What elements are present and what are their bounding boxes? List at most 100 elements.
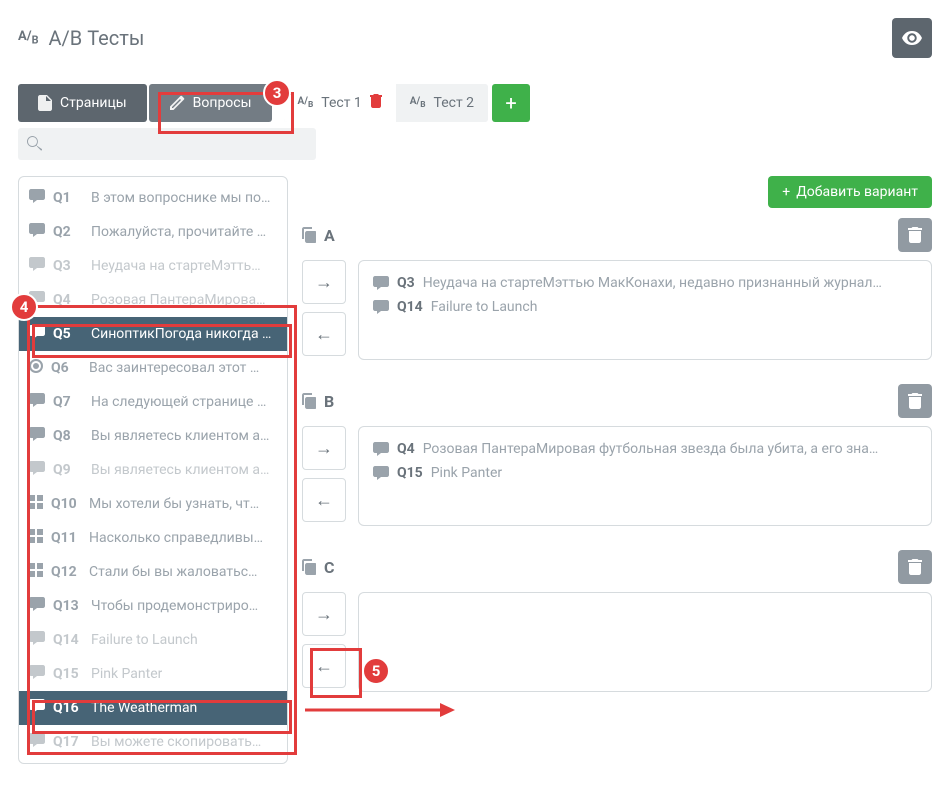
move-left-button[interactable]: ← bbox=[302, 478, 346, 522]
variant-label: A bbox=[324, 226, 335, 245]
chat-icon bbox=[29, 597, 45, 615]
test-tab-2[interactable]: A/B Тест 2 bbox=[396, 84, 488, 122]
toolbar: Страницы Вопросы A/B Тест 1 A/B Тест 2 + bbox=[18, 84, 932, 122]
question-number: Q1 bbox=[53, 190, 83, 206]
question-item[interactable]: Q3Неудача на стартеМэтть… bbox=[19, 249, 287, 283]
main-layout: Q1В этом вопроснике мы по…Q2Пожалуйста, … bbox=[18, 176, 932, 764]
question-number: Q14 bbox=[53, 632, 83, 648]
arrow-column: →← bbox=[302, 592, 346, 692]
question-number: Q16 bbox=[53, 700, 83, 716]
question-list: Q1В этом вопроснике мы по…Q2Пожалуйста, … bbox=[18, 176, 288, 764]
variant-drop-zone[interactable] bbox=[358, 592, 932, 692]
question-item[interactable]: Q15Pink Panter bbox=[19, 657, 287, 691]
chat-icon bbox=[29, 631, 45, 649]
search-input[interactable] bbox=[18, 128, 316, 160]
question-item[interactable]: Q6Вас заинтересовал этот … bbox=[19, 351, 287, 385]
question-text: Вас заинтересовал этот … bbox=[89, 360, 259, 376]
question-number: Q2 bbox=[53, 224, 83, 240]
move-left-button[interactable]: ← bbox=[302, 312, 346, 356]
question-number: Q13 bbox=[53, 598, 83, 614]
variant-item[interactable]: Q4Розовая ПантераМировая футбольная звез… bbox=[373, 437, 917, 461]
tab-pages-label: Страницы bbox=[60, 95, 127, 111]
question-item[interactable]: Q7На следующей странице … bbox=[19, 385, 287, 419]
question-item[interactable]: Q12Стали бы вы жаловатьс… bbox=[19, 555, 287, 589]
variant-title: B bbox=[302, 392, 334, 411]
question-text: Pink Panter bbox=[91, 666, 162, 682]
variant-title: C bbox=[302, 558, 334, 577]
move-right-button[interactable]: → bbox=[302, 260, 346, 304]
search-icon bbox=[26, 136, 42, 152]
chat-icon bbox=[29, 223, 45, 241]
question-item[interactable]: Q16 The Weatherman bbox=[19, 691, 287, 725]
variant-body: →← bbox=[302, 592, 932, 692]
annotation-badge-4: 4 bbox=[10, 293, 38, 321]
question-text: Вы являетесь клиентом а… bbox=[91, 428, 269, 444]
question-item[interactable]: Q17Вы можете скопировать… bbox=[19, 725, 287, 759]
question-text: Чтобы продемонстриро… bbox=[91, 598, 258, 614]
question-item[interactable]: Q2Пожалуйста, прочитайте … bbox=[19, 215, 287, 249]
move-right-button[interactable]: → bbox=[302, 592, 346, 636]
question-item[interactable]: Q11Насколько справедливы… bbox=[19, 521, 287, 555]
question-text: Failure to Launch bbox=[431, 299, 538, 315]
chat-icon bbox=[29, 427, 45, 445]
question-item[interactable]: Q10Мы хотели бы узнать, чт… bbox=[19, 487, 287, 521]
question-text: Вы являетесь клиентом а… bbox=[91, 462, 269, 478]
variant-block: C→← bbox=[302, 550, 932, 692]
chat-icon bbox=[29, 665, 45, 683]
question-text: Неудача на стартеМэттью МакКонахи, недав… bbox=[423, 275, 882, 291]
question-number: Q4 bbox=[53, 292, 83, 308]
delete-test-button[interactable] bbox=[370, 94, 382, 112]
question-number: Q8 bbox=[53, 428, 83, 444]
add-variant-row: + Добавить вариант bbox=[302, 176, 932, 208]
question-number: Q12 bbox=[51, 564, 81, 580]
question-text: Вы можете скопировать… bbox=[91, 734, 261, 750]
move-left-button[interactable]: ← bbox=[302, 644, 346, 688]
delete-variant-button[interactable] bbox=[898, 218, 932, 252]
variant-drop-zone[interactable]: Q4Розовая ПантераМировая футбольная звез… bbox=[358, 426, 932, 526]
variant-header: B bbox=[302, 384, 932, 418]
question-item[interactable]: Q14 Failure to Launch bbox=[19, 623, 287, 657]
grid-icon bbox=[29, 495, 43, 513]
edit-icon bbox=[169, 95, 185, 111]
variant-item[interactable]: Q15Pink Panter bbox=[373, 461, 917, 485]
ab-icon: A/B bbox=[18, 30, 38, 46]
question-text: The Weatherman bbox=[91, 700, 197, 716]
tab-pages[interactable]: Страницы bbox=[18, 84, 147, 122]
question-text: СиноптикПогода никогда … bbox=[91, 326, 271, 342]
chat-icon bbox=[29, 699, 45, 717]
move-right-button[interactable]: → bbox=[302, 426, 346, 470]
question-number: Q11 bbox=[51, 530, 81, 546]
question-item[interactable]: Q4 Розовая ПантераМирова… bbox=[19, 283, 287, 317]
question-item[interactable]: Q1В этом вопроснике мы по… bbox=[19, 181, 287, 215]
right-panel: + Добавить вариант A→←Q3Неудача на старт… bbox=[302, 176, 932, 716]
variant-header: A bbox=[302, 218, 932, 252]
radio-icon bbox=[29, 359, 43, 377]
question-text: Розовая ПантераМирова… bbox=[91, 292, 266, 308]
page-title-group: A/B A/B Тесты bbox=[18, 26, 144, 50]
variant-item[interactable]: Q14Failure to Launch bbox=[373, 295, 917, 319]
variant-item[interactable]: Q3Неудача на стартеМэттью МакКонахи, нед… bbox=[373, 271, 917, 295]
question-item[interactable]: Q5СиноптикПогода никогда … bbox=[19, 317, 287, 351]
variant-drop-zone[interactable]: Q3Неудача на стартеМэттью МакКонахи, нед… bbox=[358, 260, 932, 360]
variants-container: A→←Q3Неудача на стартеМэттью МакКонахи, … bbox=[302, 218, 932, 692]
variant-header: C bbox=[302, 550, 932, 584]
add-test-button[interactable]: + bbox=[492, 84, 530, 122]
eye-icon bbox=[902, 31, 922, 45]
tab-questions[interactable]: Вопросы bbox=[149, 84, 272, 122]
question-item[interactable]: Q9Вы являетесь клиентом а… bbox=[19, 453, 287, 487]
variant-label: B bbox=[324, 392, 334, 411]
preview-button[interactable] bbox=[892, 18, 932, 58]
question-text: Failure to Launch bbox=[91, 632, 198, 648]
delete-variant-button[interactable] bbox=[898, 384, 932, 418]
add-variant-button[interactable]: + Добавить вариант bbox=[768, 176, 932, 208]
delete-variant-button[interactable] bbox=[898, 550, 932, 584]
question-item[interactable]: Q13 Чтобы продемонстриро… bbox=[19, 589, 287, 623]
search-wrap bbox=[18, 128, 316, 160]
test-tab-1[interactable]: A/B Тест 1 bbox=[284, 84, 396, 122]
search-row bbox=[18, 128, 316, 160]
annotation-badge-5: 5 bbox=[362, 657, 390, 685]
question-text: Неудача на стартеМэтть… bbox=[91, 258, 261, 274]
question-item[interactable]: Q8 Вы являетесь клиентом а… bbox=[19, 419, 287, 453]
variant-block: A → ← Q3Неудача на стартеМэттью МакКонахи, … bbox=[302, 218, 932, 360]
question-text: Мы хотели бы узнать, чт… bbox=[89, 496, 259, 512]
